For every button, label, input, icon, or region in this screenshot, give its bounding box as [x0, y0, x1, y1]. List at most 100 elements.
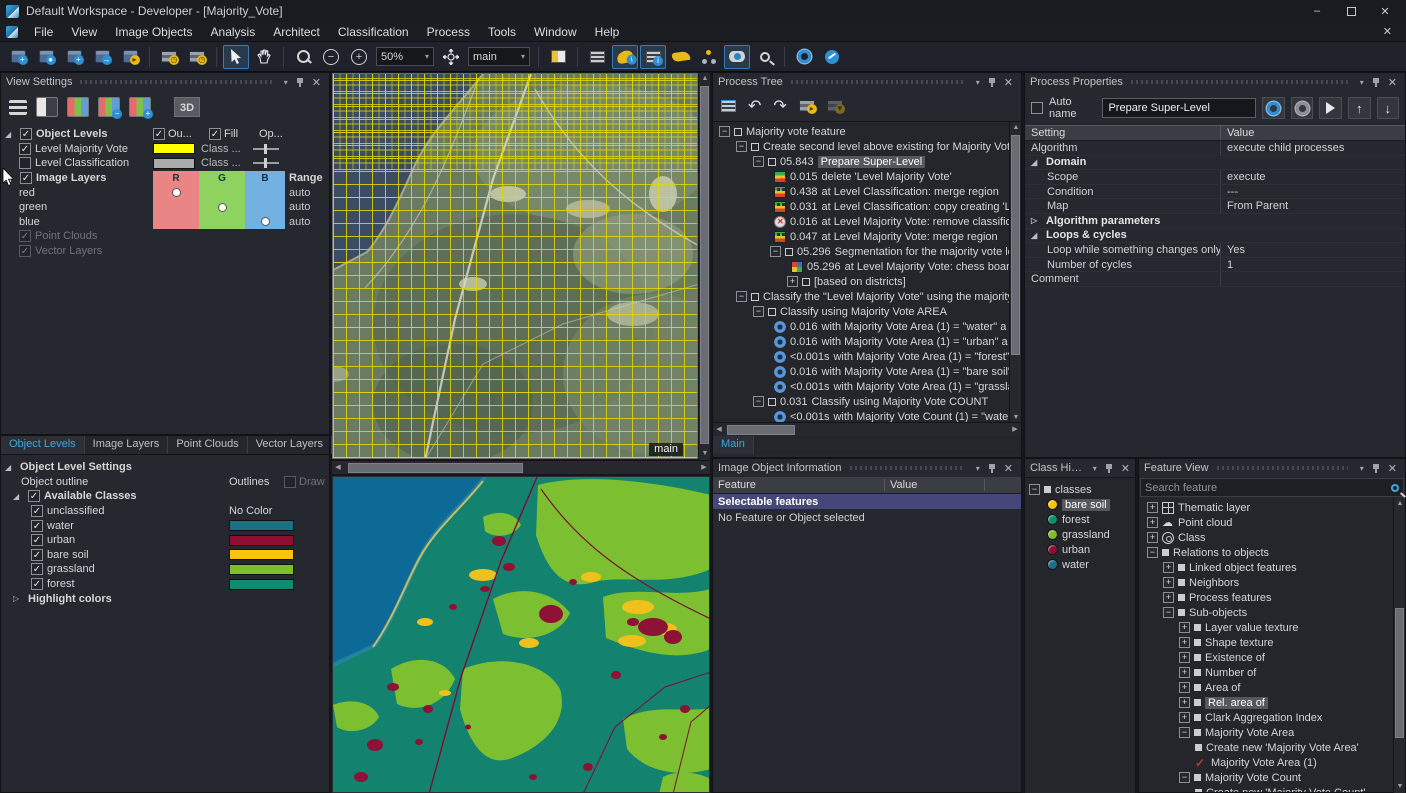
- pin-icon[interactable]: [1105, 463, 1114, 474]
- map-view-classified[interactable]: [332, 476, 710, 793]
- menu-view[interactable]: View: [62, 23, 106, 41]
- expander-icon[interactable]: ◢: [5, 130, 16, 139]
- expander-minus-icon[interactable]: −: [1029, 484, 1040, 495]
- panel-drag-handle[interactable]: [1131, 80, 1348, 84]
- process-row[interactable]: 0.016at Level Majority Vote: remove clas…: [713, 214, 1021, 229]
- feature-label[interactable]: Neighbors: [1189, 577, 1239, 589]
- process-row[interactable]: −Majority vote feature: [713, 124, 1021, 139]
- new-workspace-button[interactable]: +: [5, 45, 31, 69]
- process-label[interactable]: with Majority Vote Area (1) = "bare soil…: [822, 366, 1012, 378]
- feature-label[interactable]: Class: [1178, 532, 1206, 544]
- process-tree-icon[interactable]: [721, 100, 736, 112]
- panel-menu-icon[interactable]: ▾: [972, 464, 984, 473]
- feature-view-scrollbar[interactable]: ▲ ▼: [1393, 498, 1405, 793]
- pin-icon[interactable]: [296, 77, 305, 88]
- image-layer-stack-button[interactable]: ◷: [156, 45, 182, 69]
- feature-row[interactable]: +Neighbors: [1139, 575, 1405, 590]
- feature-label[interactable]: Area of: [1205, 682, 1240, 694]
- class-name[interactable]: water: [1062, 559, 1089, 571]
- feature-row[interactable]: +Shape texture: [1139, 635, 1405, 650]
- process-row[interactable]: <0.001swith Majority Vote Area (1) = "fo…: [713, 349, 1021, 364]
- expander-plus-icon[interactable]: +: [1147, 517, 1158, 528]
- pan-hand-button[interactable]: [251, 45, 277, 69]
- minimize-button[interactable]: –: [1302, 2, 1332, 20]
- tab-image-layers[interactable]: Image Layers: [85, 436, 169, 454]
- process-name-input[interactable]: [1102, 98, 1256, 118]
- execute-process-button[interactable]: [1319, 97, 1342, 119]
- feature-row[interactable]: + Rel. area of: [1139, 695, 1405, 710]
- close-icon[interactable]: ✕: [1385, 76, 1400, 89]
- process-label[interactable]: with Majority Vote Area (1) = "forest": [833, 351, 1009, 363]
- feature-row[interactable]: +Class: [1139, 530, 1405, 545]
- load-ruleset-icon[interactable]: ▸: [799, 100, 815, 112]
- expander-minus-icon[interactable]: −: [753, 396, 764, 407]
- feature-label[interactable]: Thematic layer: [1178, 502, 1250, 514]
- channel-cell-R-blue[interactable]: [153, 215, 199, 230]
- expander-minus-icon[interactable]: −: [1179, 727, 1190, 738]
- expanded-icon[interactable]: ◢: [1031, 231, 1042, 240]
- feature-row[interactable]: Create new 'Majority Vote Count': [1139, 785, 1405, 792]
- redo-icon[interactable]: ↷: [773, 96, 786, 116]
- expander-minus-icon[interactable]: −: [770, 246, 781, 257]
- feature-row[interactable]: −Majority Vote Count: [1139, 770, 1405, 785]
- process-label[interactable]: delete 'Level Majority Vote': [822, 171, 952, 183]
- tab-vector-layers[interactable]: Vector Layers: [248, 436, 332, 454]
- close-icon[interactable]: ✕: [1385, 462, 1400, 475]
- zoom-level-select[interactable]: 50%▾: [376, 47, 434, 66]
- zoom-in-button[interactable]: +: [346, 45, 372, 69]
- linked-objects-button[interactable]: [696, 45, 722, 69]
- menu-help[interactable]: Help: [586, 23, 629, 41]
- process-label[interactable]: Classify the "Level Majority Vote" using…: [763, 291, 1021, 303]
- active-map-select[interactable]: main▾: [468, 47, 530, 66]
- feature-label[interactable]: Point cloud: [1178, 517, 1232, 529]
- panel-menu-icon[interactable]: ▾: [1356, 78, 1368, 87]
- feature-row[interactable]: Create new 'Majority Vote Area': [1139, 740, 1405, 755]
- channel-cell-B-red[interactable]: [245, 185, 285, 200]
- menu-architect[interactable]: Architect: [264, 23, 329, 41]
- next-process-button[interactable]: ↓: [1377, 97, 1400, 119]
- feature-search-box[interactable]: Search feature: [1140, 478, 1404, 497]
- process-row[interactable]: 0.031at Level Classification: copy creat…: [713, 199, 1021, 214]
- process-label[interactable]: with Majority Vote Area (1) = "water" a: [822, 321, 1007, 333]
- feature-row[interactable]: +Layer value texture: [1139, 620, 1405, 635]
- panel-menu-icon[interactable]: ▾: [1356, 464, 1368, 473]
- opacity-slider[interactable]: [253, 148, 279, 150]
- col-value[interactable]: Value: [1221, 127, 1254, 139]
- undo-icon[interactable]: ↶: [748, 96, 761, 116]
- process-label[interactable]: Classify using Majority Vote AREA: [780, 306, 947, 318]
- available-classes-checkbox[interactable]: ✓: [28, 490, 40, 502]
- process-tree-hscrollbar[interactable]: ◀ ▶: [713, 422, 1021, 436]
- process-row[interactable]: 0.016with Majority Vote Area (1) = "wate…: [713, 319, 1021, 334]
- legend-info-button[interactable]: i: [640, 45, 666, 69]
- class-name[interactable]: urban: [1062, 544, 1090, 556]
- process-label[interactable]: at Level Majority Vote: merge region: [822, 231, 998, 243]
- property-row[interactable]: ◢Domain: [1025, 156, 1405, 171]
- active-channel-radio[interactable]: [218, 203, 227, 212]
- menu-analysis[interactable]: Analysis: [202, 23, 265, 41]
- feature-row[interactable]: +Area of: [1139, 680, 1405, 695]
- property-row[interactable]: ▷Algorithm parameters: [1025, 214, 1405, 229]
- pin-icon[interactable]: [988, 463, 997, 474]
- process-row[interactable]: 0.438at Level Classification: merge regi…: [713, 184, 1021, 199]
- collapsed-icon[interactable]: ▷: [1031, 216, 1042, 225]
- outline-checkbox[interactable]: ✓: [153, 128, 165, 140]
- image-layer-label-1[interactable]: green: [19, 201, 47, 213]
- feature-label[interactable]: Rel. area of: [1205, 697, 1268, 709]
- active-channel-radio[interactable]: [172, 188, 181, 197]
- menu-image-objects[interactable]: Image Objects: [106, 23, 201, 41]
- process-row[interactable]: −Classify the "Level Majority Vote" usin…: [713, 289, 1021, 304]
- expander-plus-icon[interactable]: +: [1179, 697, 1190, 708]
- channel-cell-G-red[interactable]: [199, 185, 245, 200]
- feature-label[interactable]: Majority Vote Area: [1205, 727, 1294, 739]
- open-project-button[interactable]: ▸: [117, 45, 143, 69]
- process-row[interactable]: <0.001swith Majority Vote Area (1) = "gr…: [713, 379, 1021, 394]
- property-row[interactable]: Condition---: [1025, 185, 1405, 200]
- channel-header-B[interactable]: B: [245, 171, 285, 186]
- expander-minus-icon[interactable]: −: [1147, 547, 1158, 558]
- setting-value[interactable]: Yes: [1221, 244, 1405, 256]
- feature-row[interactable]: −Relations to objects: [1139, 545, 1405, 560]
- expander-plus-icon[interactable]: +: [787, 276, 798, 287]
- tab-point-clouds[interactable]: Point Clouds: [168, 436, 247, 454]
- map-view-main[interactable]: main: [332, 73, 698, 459]
- feature-label[interactable]: Number of: [1205, 667, 1256, 679]
